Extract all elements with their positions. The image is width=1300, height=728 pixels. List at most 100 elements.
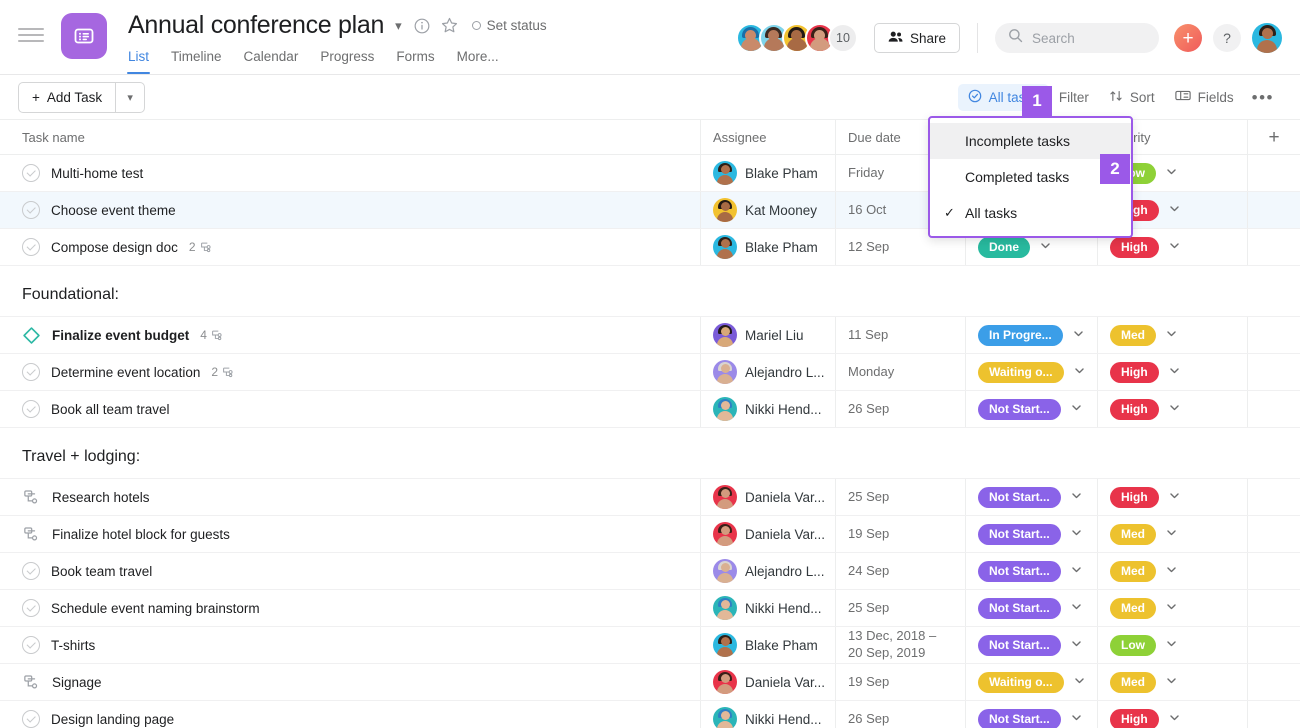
cell-assignee[interactable]: Nikki Hend... [700,590,835,626]
status-badge[interactable]: Not Start... [978,634,1061,656]
cell-assignee[interactable]: Blake Pham [700,627,835,663]
chevron-down-icon[interactable] [1168,202,1181,218]
chevron-down-icon[interactable] [1070,526,1083,542]
chevron-down-icon[interactable] [1165,327,1178,343]
member-count-badge[interactable]: 10 [827,23,858,53]
cell-priority[interactable]: Med [1097,553,1247,589]
cell-status[interactable]: Not Start... [965,479,1097,515]
list-project-icon[interactable] [61,13,107,59]
chevron-down-icon[interactable] [1070,637,1083,653]
cell-assignee[interactable]: Daniela Var... [700,516,835,552]
status-badge[interactable]: Not Start... [978,708,1061,728]
status-badge[interactable]: Not Start... [978,486,1061,508]
priority-badge[interactable]: High [1110,236,1159,258]
cell-due-date[interactable]: 25 Sep [835,590,965,626]
more-options-button[interactable]: ••• [1244,89,1282,106]
cell-status[interactable]: Not Start... [965,516,1097,552]
hamburger-icon[interactable] [18,24,44,46]
chevron-down-icon[interactable] [1073,674,1086,690]
cell-priority[interactable]: High [1097,479,1247,515]
set-status-button[interactable]: Set status [471,18,547,33]
cell-priority[interactable]: Med [1097,590,1247,626]
quick-add-button[interactable]: + [1174,24,1202,52]
table-row[interactable]: Research hotels Daniela Var... 25 Sep Not S… [0,479,1300,516]
checkbox-icon[interactable] [22,599,40,617]
section-header[interactable]: Foundational: [0,273,1300,317]
chevron-down-icon[interactable] [1168,401,1181,417]
filter-button[interactable]: Filter [1049,85,1099,110]
cell-status[interactable]: Waiting o... [965,354,1097,390]
help-button[interactable]: ? [1213,24,1241,52]
priority-badge[interactable]: High [1110,486,1159,508]
tab-calendar[interactable]: Calendar [244,49,299,74]
cell-task-name[interactable]: Determine event location 2 [0,354,700,390]
priority-badge[interactable]: Med [1110,597,1156,619]
priority-badge[interactable]: High [1110,398,1159,420]
cell-assignee[interactable]: Mariel Liu [700,317,835,353]
cell-status[interactable]: Not Start... [965,701,1097,728]
cell-assignee[interactable]: Alejandro L... [700,354,835,390]
cell-task-name[interactable]: T-shirts [0,627,700,663]
cell-due-date[interactable]: 19 Sep [835,664,965,700]
cell-assignee[interactable]: Daniela Var... [700,479,835,515]
table-row[interactable]: Finalize event budget 4 Mariel Liu 11 Sep In… [0,317,1300,354]
tab-progress[interactable]: Progress [320,49,374,74]
table-row[interactable]: Design landing page Nikki Hend... 26 Sep No… [0,701,1300,728]
cell-task-name[interactable]: Book team travel [0,553,700,589]
status-badge[interactable]: In Progre... [978,324,1063,346]
cell-task-name[interactable]: Book all team travel [0,391,700,427]
chevron-down-icon[interactable] [1168,239,1181,255]
cell-assignee[interactable]: Nikki Hend... [700,391,835,427]
cell-assignee[interactable]: Nikki Hend... [700,701,835,728]
checkbox-icon[interactable] [22,201,40,219]
subtask-icon[interactable] [22,673,41,692]
cell-assignee[interactable]: Blake Pham [700,229,835,265]
table-row[interactable]: Book all team travel Nikki Hend... 26 Sep N… [0,391,1300,428]
cell-task-name[interactable]: Research hotels [0,479,700,515]
table-row[interactable]: Book team travel Alejandro L... 24 Sep Not … [0,553,1300,590]
tab-timeline[interactable]: Timeline [171,49,222,74]
cell-status[interactable]: Not Start... [965,553,1097,589]
chevron-down-icon[interactable] [1165,637,1178,653]
status-badge[interactable]: Waiting o... [978,361,1064,383]
table-row[interactable]: Finalize hotel block for guests Daniela V… [0,516,1300,553]
cell-assignee[interactable]: Kat Mooney [700,192,835,228]
column-header-assignee[interactable]: Assignee [700,120,835,154]
cell-status[interactable]: In Progre... [965,317,1097,353]
chevron-down-icon[interactable]: ▾ [116,83,144,112]
checkbox-icon[interactable] [22,164,40,182]
cell-due-date[interactable]: 25 Sep [835,479,965,515]
chevron-down-icon[interactable] [1168,364,1181,380]
chevron-down-icon[interactable] [1072,327,1085,343]
table-row[interactable]: Determine event location 2 Alejandro L... M… [0,354,1300,391]
subtask-icon[interactable] [22,488,41,507]
cell-due-date[interactable]: Monday [835,354,965,390]
status-badge[interactable]: Waiting o... [978,671,1064,693]
milestone-icon[interactable] [22,326,41,345]
search-input[interactable]: Search [995,23,1159,53]
tab-list[interactable]: List [126,49,151,74]
status-badge[interactable]: Not Start... [978,597,1061,619]
priority-badge[interactable]: Med [1110,671,1156,693]
cell-priority[interactable]: Low [1097,627,1247,663]
priority-badge[interactable]: High [1110,361,1159,383]
checkbox-icon[interactable] [22,562,40,580]
chevron-down-icon[interactable] [1073,364,1086,380]
tab-forms[interactable]: Forms [396,49,434,74]
status-badge[interactable]: Not Start... [978,398,1061,420]
checkbox-icon[interactable] [22,238,40,256]
tab-more[interactable]: More... [457,49,499,74]
cell-task-name[interactable]: Signage [0,664,700,700]
chevron-down-icon[interactable] [1165,674,1178,690]
cell-priority[interactable]: Med [1097,664,1247,700]
column-header-task-name[interactable]: Task name [0,130,700,145]
cell-assignee[interactable]: Alejandro L... [700,553,835,589]
cell-task-name[interactable]: Compose design doc 2 [0,229,700,265]
cell-priority[interactable]: High [1097,391,1247,427]
share-button[interactable]: Share [873,23,960,53]
table-row[interactable]: Signage Daniela Var... 19 Sep Waiting o... M… [0,664,1300,701]
chevron-down-icon[interactable] [1165,600,1178,616]
add-column-button[interactable]: + [1247,120,1300,154]
chevron-down-icon[interactable] [1168,711,1181,727]
cell-due-date[interactable]: 19 Sep [835,516,965,552]
